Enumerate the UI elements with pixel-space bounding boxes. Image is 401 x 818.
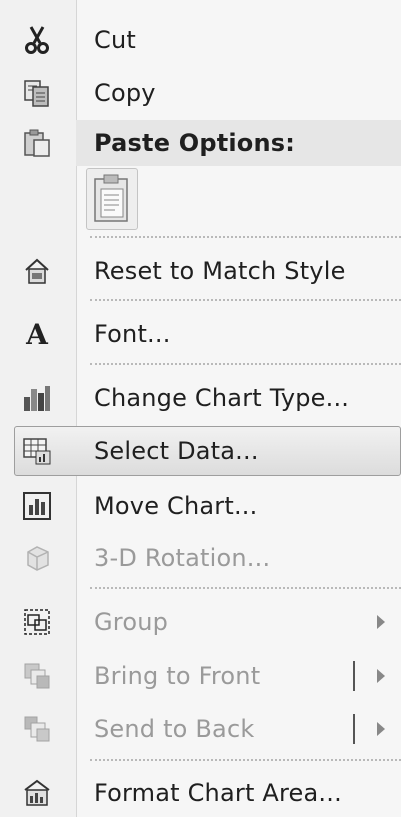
menu-item-cut[interactable]: Cut bbox=[0, 15, 401, 65]
rotation-label: 3-D Rotation... bbox=[94, 544, 271, 572]
move-chart-icon bbox=[20, 491, 54, 521]
format-area-icon bbox=[20, 778, 54, 808]
change-chart-type-label: Change Chart Type... bbox=[94, 384, 350, 412]
menu-item-copy[interactable]: Copy bbox=[0, 68, 401, 118]
separator bbox=[90, 363, 401, 365]
menu-item-move-chart[interactable]: Move Chart... bbox=[0, 481, 401, 531]
chart-type-icon bbox=[20, 383, 54, 413]
separator bbox=[90, 759, 401, 761]
copy-icon bbox=[20, 78, 54, 108]
font-label: Font... bbox=[94, 320, 171, 348]
font-icon: A bbox=[26, 317, 48, 351]
select-data-icon bbox=[20, 436, 54, 466]
menu-item-select-data[interactable]: Select Data... bbox=[14, 426, 401, 476]
split-divider bbox=[353, 714, 355, 744]
cut-label: Cut bbox=[94, 26, 136, 54]
menu-item-reset-to-match-style[interactable]: Reset to Match Style bbox=[0, 246, 401, 296]
scissors-icon bbox=[20, 25, 54, 55]
group-icon bbox=[20, 607, 54, 637]
submenu-arrow-icon[interactable] bbox=[377, 722, 385, 736]
menu-item-format-chart-area[interactable]: Format Chart Area... bbox=[0, 768, 401, 818]
move-chart-label: Move Chart... bbox=[94, 492, 258, 520]
menu-item-group[interactable]: Group bbox=[0, 597, 401, 647]
menu-item-bring-to-front[interactable]: Bring to Front bbox=[0, 651, 401, 701]
format-chart-area-label: Format Chart Area... bbox=[94, 779, 342, 807]
separator bbox=[90, 299, 401, 301]
copy-label: Copy bbox=[94, 79, 156, 107]
select-data-label: Select Data... bbox=[94, 437, 259, 465]
bring-front-label: Bring to Front bbox=[94, 662, 261, 690]
bring-front-icon bbox=[20, 661, 54, 691]
menu-item-send-to-back[interactable]: Send to Back bbox=[0, 704, 401, 754]
reset-style-icon bbox=[20, 256, 54, 286]
paste-options-label: Paste Options: bbox=[94, 129, 296, 157]
clipboard-icon bbox=[20, 128, 54, 158]
paste-keep-text-icon bbox=[94, 174, 128, 222]
cube-icon bbox=[20, 543, 54, 573]
menu-item-change-chart-type[interactable]: Change Chart Type... bbox=[0, 373, 401, 423]
separator bbox=[90, 236, 401, 238]
submenu-arrow-icon bbox=[377, 615, 385, 629]
split-divider bbox=[353, 661, 355, 691]
send-back-label: Send to Back bbox=[94, 715, 255, 743]
menu-item-3d-rotation[interactable]: 3-D Rotation... bbox=[0, 533, 401, 583]
paste-keep-text-button[interactable] bbox=[86, 168, 138, 230]
reset-label: Reset to Match Style bbox=[94, 257, 346, 285]
context-menu: Cut Copy Paste Options: Reset to Match S… bbox=[0, 0, 401, 817]
menu-item-font[interactable]: A Font... bbox=[0, 309, 401, 359]
paste-options-header: Paste Options: bbox=[76, 120, 401, 166]
separator bbox=[90, 587, 401, 589]
submenu-arrow-icon[interactable] bbox=[377, 669, 385, 683]
group-label: Group bbox=[94, 608, 169, 636]
send-back-icon bbox=[20, 714, 54, 744]
